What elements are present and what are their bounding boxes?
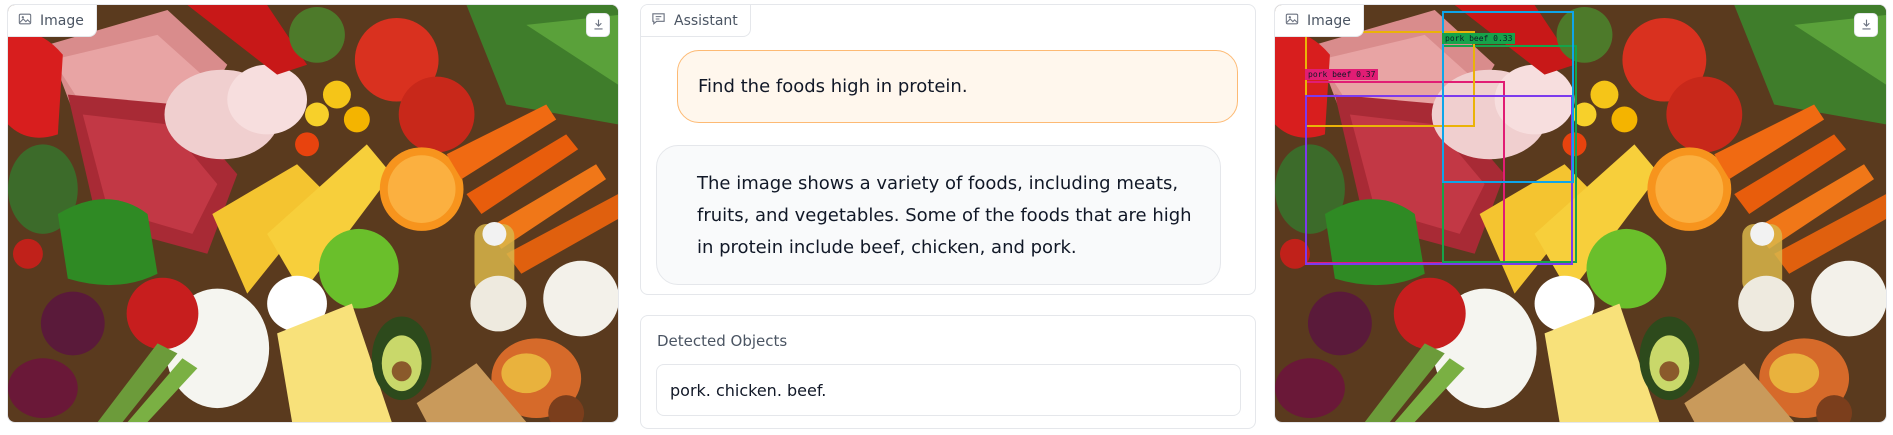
detected-objects-field[interactable]: pork. chicken. beef. <box>656 364 1241 416</box>
output-image-panel[interactable]: pork beef 0.37 pork beef 0.33 Image <box>1274 4 1887 423</box>
image-icon <box>18 12 32 30</box>
detected-objects-label: Detected Objects <box>657 332 788 350</box>
chat-icon <box>651 11 666 30</box>
detection-label-1: pork beef 0.37 <box>1305 69 1379 80</box>
input-food-image <box>8 5 618 422</box>
image-icon <box>1285 12 1299 30</box>
download-icon <box>592 16 605 35</box>
detected-objects-panel: Detected Objects pork. chicken. beef. <box>640 315 1256 429</box>
detected-objects-value: pork. chicken. beef. <box>670 380 827 400</box>
chatbot-label: Assistant <box>641 5 751 37</box>
chatbot-panel: Assistant Find the foods high in protein… <box>640 4 1256 295</box>
user-message: Find the foods high in protein. <box>677 50 1238 123</box>
download-icon <box>1860 16 1873 35</box>
output-image-label-text: Image <box>1307 12 1351 29</box>
input-image-label-text: Image <box>40 12 84 29</box>
input-image-panel[interactable]: Image <box>7 4 619 423</box>
download-button[interactable] <box>1854 13 1878 37</box>
assistant-message-text: The image shows a variety of foods, incl… <box>697 173 1192 258</box>
detection-label-2: pork beef 0.33 <box>1442 33 1516 44</box>
output-image-label: Image <box>1275 5 1364 37</box>
chatbot-label-text: Assistant <box>674 12 738 29</box>
user-message-text: Find the foods high in protein. <box>698 76 968 97</box>
assistant-message: The image shows a variety of foods, incl… <box>656 145 1221 285</box>
download-button[interactable] <box>586 13 610 37</box>
input-image-label: Image <box>8 5 97 37</box>
